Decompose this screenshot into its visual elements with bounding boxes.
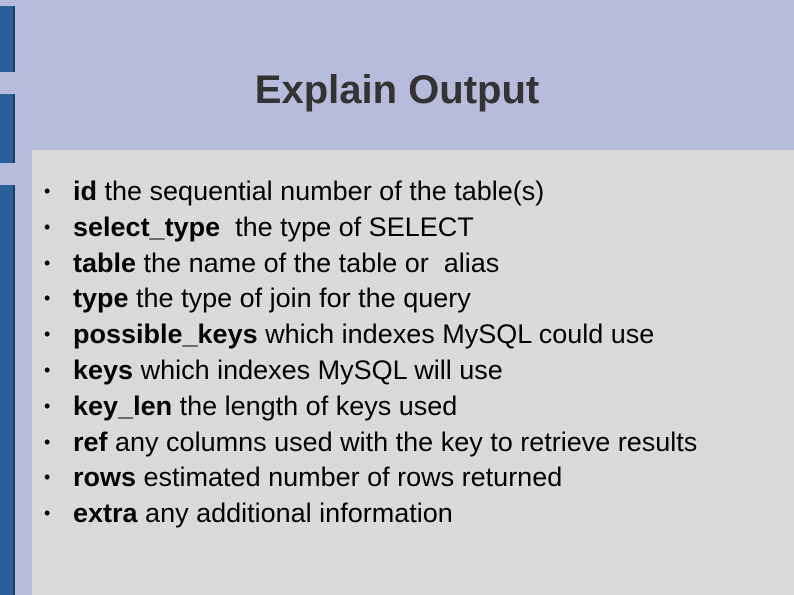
- list-item-term: key_len: [73, 390, 173, 421]
- list-item-term: possible_keys: [73, 319, 258, 350]
- bullet-list: • id the sequential number of the table(s…: [44, 174, 784, 532]
- list-item-description: estimated number of rows returned: [136, 462, 563, 493]
- list-item: • id the sequential number of the table(s…: [44, 174, 784, 210]
- list-item: • key_len the length of keys used: [44, 389, 784, 425]
- list-item-term: type: [73, 283, 129, 314]
- bullet-icon: •: [44, 324, 51, 345]
- bullet-icon: •: [44, 395, 51, 416]
- list-item-description: the name of the table or alias: [136, 247, 500, 278]
- list-item-term: table: [73, 247, 137, 278]
- list-item-term: id: [73, 176, 97, 206]
- list-item: • table the name of the table or alias: [44, 246, 784, 282]
- list-item: • keys which indexes MySQL will use: [44, 353, 784, 389]
- list-item-term: keys: [73, 354, 134, 385]
- bullet-icon: •: [44, 431, 51, 452]
- list-item-term: select_type: [73, 211, 221, 242]
- list-item-description: the length of keys used: [172, 390, 458, 421]
- list-item-term: ref: [73, 426, 108, 457]
- list-item-description: the type of SELECT: [220, 211, 474, 242]
- accent-bar-3: [0, 185, 15, 595]
- list-item: • type the type of join for the query: [44, 281, 784, 317]
- list-item-term: extra: [73, 498, 138, 529]
- list-item-description: which indexes MySQL will use: [133, 354, 503, 385]
- list-item-description: any additional information: [137, 498, 453, 529]
- bullet-icon: •: [44, 467, 51, 488]
- list-item: • ref any columns used with the key to re…: [44, 425, 784, 461]
- list-item: • rows estimated number of rows returned: [44, 460, 784, 496]
- list-item: • extra any additional information: [44, 496, 784, 532]
- bullet-icon: •: [44, 359, 51, 380]
- list-item: • select_type the type of SELECT: [44, 210, 784, 246]
- bullet-icon: •: [44, 288, 51, 309]
- bullet-icon: •: [44, 181, 51, 201]
- list-item: • possible_keys which indexes MySQL could…: [44, 317, 784, 353]
- bullet-icon: •: [44, 503, 51, 524]
- list-item-term: rows: [73, 462, 137, 493]
- accent-bar-1: [0, 6, 15, 72]
- list-item-description: the sequential number of the table(s): [97, 176, 545, 206]
- list-item-description: the type of join for the query: [128, 283, 471, 314]
- bullet-icon: •: [44, 252, 51, 273]
- slide-title: Explain Output: [254, 68, 540, 112]
- list-item-description: any columns used with the key to retriev…: [107, 426, 698, 457]
- bullet-icon: •: [44, 216, 51, 237]
- list-item-description: which indexes MySQL could use: [257, 319, 655, 350]
